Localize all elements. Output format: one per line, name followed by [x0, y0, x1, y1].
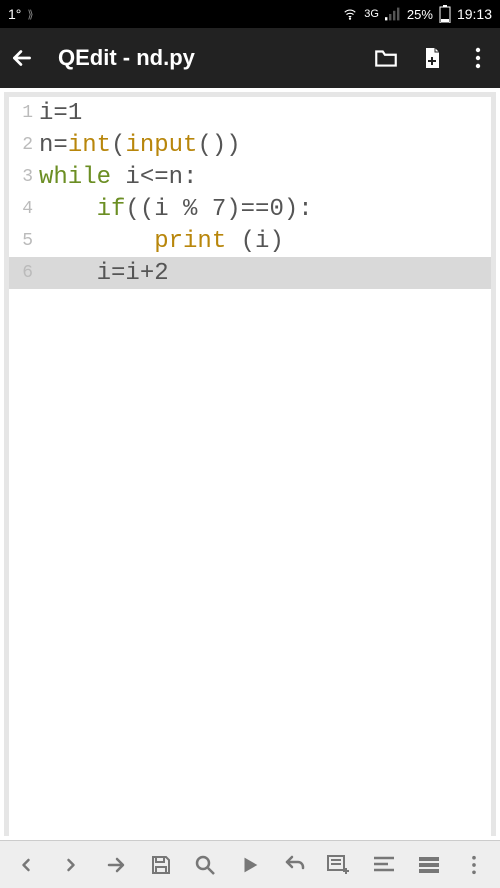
- signal-icon: [385, 7, 401, 21]
- code-content[interactable]: print (i): [39, 228, 284, 255]
- line-number: 2: [9, 135, 39, 155]
- code-line[interactable]: 2n=int(input()): [9, 129, 491, 161]
- app-toolbar: QEdit - nd.py: [0, 28, 500, 88]
- back-button[interactable]: [8, 44, 36, 72]
- status-time: 19:13: [457, 6, 492, 22]
- save-button[interactable]: [144, 848, 178, 882]
- wifi-icon: [342, 7, 358, 21]
- format-button[interactable]: [367, 848, 401, 882]
- code-content[interactable]: while i<=n:: [39, 164, 197, 191]
- bottom-toolbar: [0, 840, 500, 888]
- battery-icon: [439, 5, 451, 23]
- code-line[interactable]: 3while i<=n:: [9, 161, 491, 193]
- network-type: 3G: [364, 8, 379, 20]
- bottom-overflow-button[interactable]: [457, 848, 491, 882]
- prev-button[interactable]: [9, 848, 43, 882]
- indent-add-button[interactable]: [322, 848, 356, 882]
- code-content[interactable]: i=i+2: [39, 260, 169, 287]
- run-button[interactable]: [233, 848, 267, 882]
- new-file-button[interactable]: [418, 44, 446, 72]
- line-number: 6: [9, 263, 39, 283]
- code-line[interactable]: 5 print (i): [9, 225, 491, 257]
- goto-button[interactable]: [99, 848, 133, 882]
- status-temperature: 1°: [8, 6, 21, 22]
- overflow-menu-button[interactable]: [464, 44, 492, 72]
- code-content[interactable]: n=int(input()): [39, 132, 241, 159]
- code-line[interactable]: 4 if((i % 7)==0):: [9, 193, 491, 225]
- code-content[interactable]: i=1: [39, 100, 82, 127]
- battery-percent: 25%: [407, 7, 433, 22]
- status-forward-icon: ⟫: [27, 8, 33, 21]
- status-bar: 1° ⟫ 3G 25% 19:13: [0, 0, 500, 28]
- line-number: 1: [9, 103, 39, 123]
- code-line[interactable]: 1i=1: [9, 97, 491, 129]
- line-number: 3: [9, 167, 39, 187]
- code-line[interactable]: 6 i=i+2: [9, 257, 491, 289]
- list-button[interactable]: [412, 848, 446, 882]
- next-button[interactable]: [54, 848, 88, 882]
- editor-area[interactable]: 1i=12n=int(input())3while i<=n:4 if((i %…: [4, 92, 496, 836]
- code-content[interactable]: if((i % 7)==0):: [39, 196, 313, 223]
- app-title: QEdit - nd.py: [58, 45, 354, 71]
- undo-button[interactable]: [278, 848, 312, 882]
- search-button[interactable]: [188, 848, 222, 882]
- line-number: 4: [9, 199, 39, 219]
- line-number: 5: [9, 231, 39, 251]
- folder-button[interactable]: [372, 44, 400, 72]
